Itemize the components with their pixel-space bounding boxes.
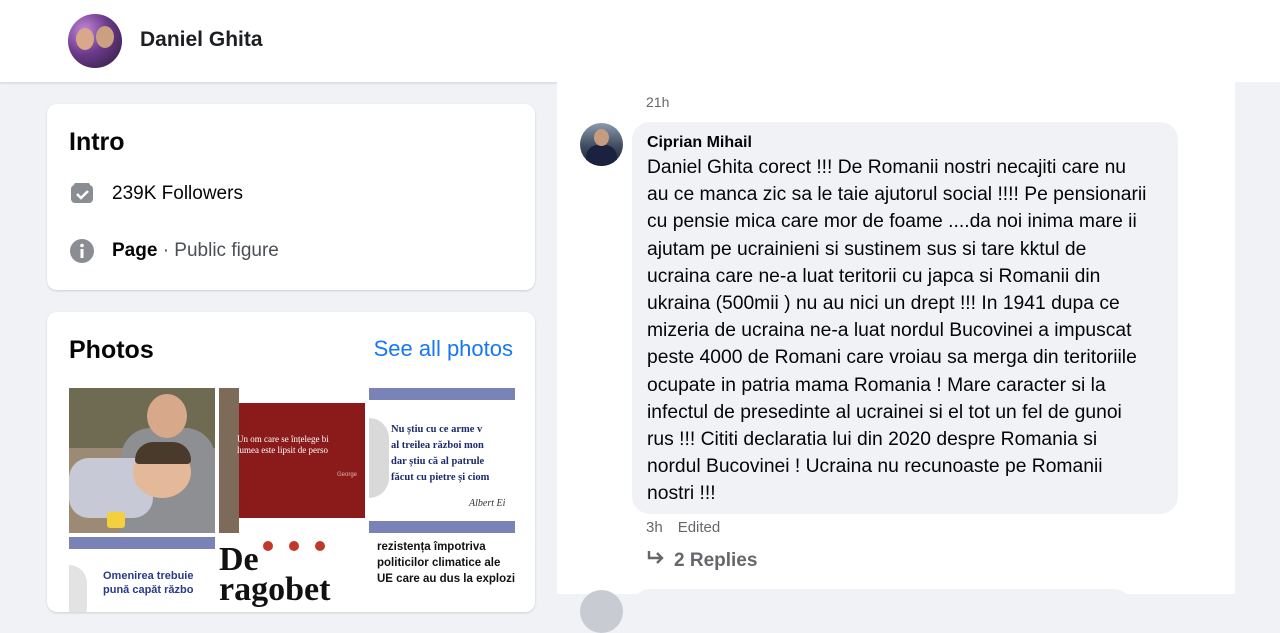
dragobete-title: De ragobet [219,543,331,608]
page-type-row: Page · Public figure [69,237,279,265]
page-category: · Public figure [157,240,279,261]
page-avatar[interactable] [68,14,122,68]
photo-tile[interactable]: rezistența împotriva politicilor climati… [369,537,515,612]
photo-figure [107,512,125,528]
avatar-figure [594,129,609,146]
see-all-photos-link[interactable]: See all photos [374,336,513,362]
decor-bar [369,388,515,400]
page-header: Daniel Ghita [0,0,1280,83]
quote-background [233,403,365,518]
photo-tile[interactable]: Nu știu cu ce arme v al treilea război m… [369,388,515,533]
photos-title: Photos [69,336,154,364]
page-label: Page [112,240,158,261]
quote-text: Omenirea trebuie pună capăt războ [103,569,193,597]
quote-line: făcut cu pietre și ciom [391,472,490,483]
avatar-figure [586,145,617,166]
comment-edited[interactable]: Edited [678,519,721,536]
quote-text: rezistența împotriva politicilor climati… [377,539,515,587]
comment-bubble: Ciprian Mihail Daniel Ghita corect !!! D… [632,122,1178,514]
next-comment-bubble [632,589,1132,629]
photo-tile[interactable]: Omenirea trebuie pună capăt războ [69,537,215,612]
decor-bar [69,537,215,549]
quote-author: Albert Ei [469,498,506,509]
photo-figure [147,394,187,438]
photo-tile[interactable] [69,388,215,533]
followers-row: 239K Followers [69,180,243,208]
photo-tile[interactable]: Un om care se înțelege bi lumea este lip… [219,388,365,533]
quote-line: UE care au dus la explozia [377,573,515,585]
intro-title: Intro [69,128,125,156]
photo-grid: Un om care se înțelege bi lumea este lip… [69,388,515,612]
quote-text: Un om care se înțelege bi lumea este lip… [237,434,365,456]
page-name[interactable]: Daniel Ghita [140,28,263,52]
avatar-face [76,28,94,50]
photos-card: Photos See all photos Un om care se înțe… [47,312,535,612]
photo-figure [135,442,191,464]
view-replies-button[interactable]: 2 Replies [646,549,757,573]
comment-time[interactable]: 3h [646,519,663,536]
quote-line: lumea este lipsit de perso [237,445,328,455]
quote-text: Nu știu cu ce arme v al treilea război m… [391,422,515,486]
statue-image [219,388,239,533]
quote-line: politicilor climatice ale [377,557,501,569]
quote-line: pună capăt războ [103,584,194,596]
reply-arrow-icon [646,549,666,573]
comment-author[interactable]: Ciprian Mihail [647,134,752,152]
decor-shape [369,418,389,498]
replies-count: 2 Replies [674,550,758,571]
followers-icon [69,181,95,207]
quote-line: dar știu că al patrule [391,456,485,467]
quote-line: Omenirea trebuie [103,570,194,582]
decor-bar [369,521,515,533]
next-comment-avatar[interactable] [580,590,623,633]
title-line: ragobet [219,571,331,608]
quote-line: Un om care se înțelege bi [237,434,329,444]
followers-count[interactable]: 239K Followers [112,183,243,205]
comment-text: Daniel Ghita corect !!! De Romanii nostr… [647,157,1147,505]
decor-shape [69,565,87,612]
commenter-avatar[interactable] [580,123,623,166]
quote-line: rezistența împotriva [377,541,486,553]
info-icon [69,238,95,264]
page-gutter [1235,82,1280,594]
quote-line: Nu știu cu ce arme v [391,424,483,435]
post-timestamp[interactable]: 21h [646,94,669,110]
quote-line: al treilea război mon [391,440,484,451]
photo-tile[interactable]: De ragobet [219,537,365,612]
avatar-face [96,26,114,48]
quote-author: George [337,472,358,478]
comment-meta: 3h Edited [646,519,720,536]
intro-card: Intro 239K Followers Page · Public figur… [47,104,535,290]
